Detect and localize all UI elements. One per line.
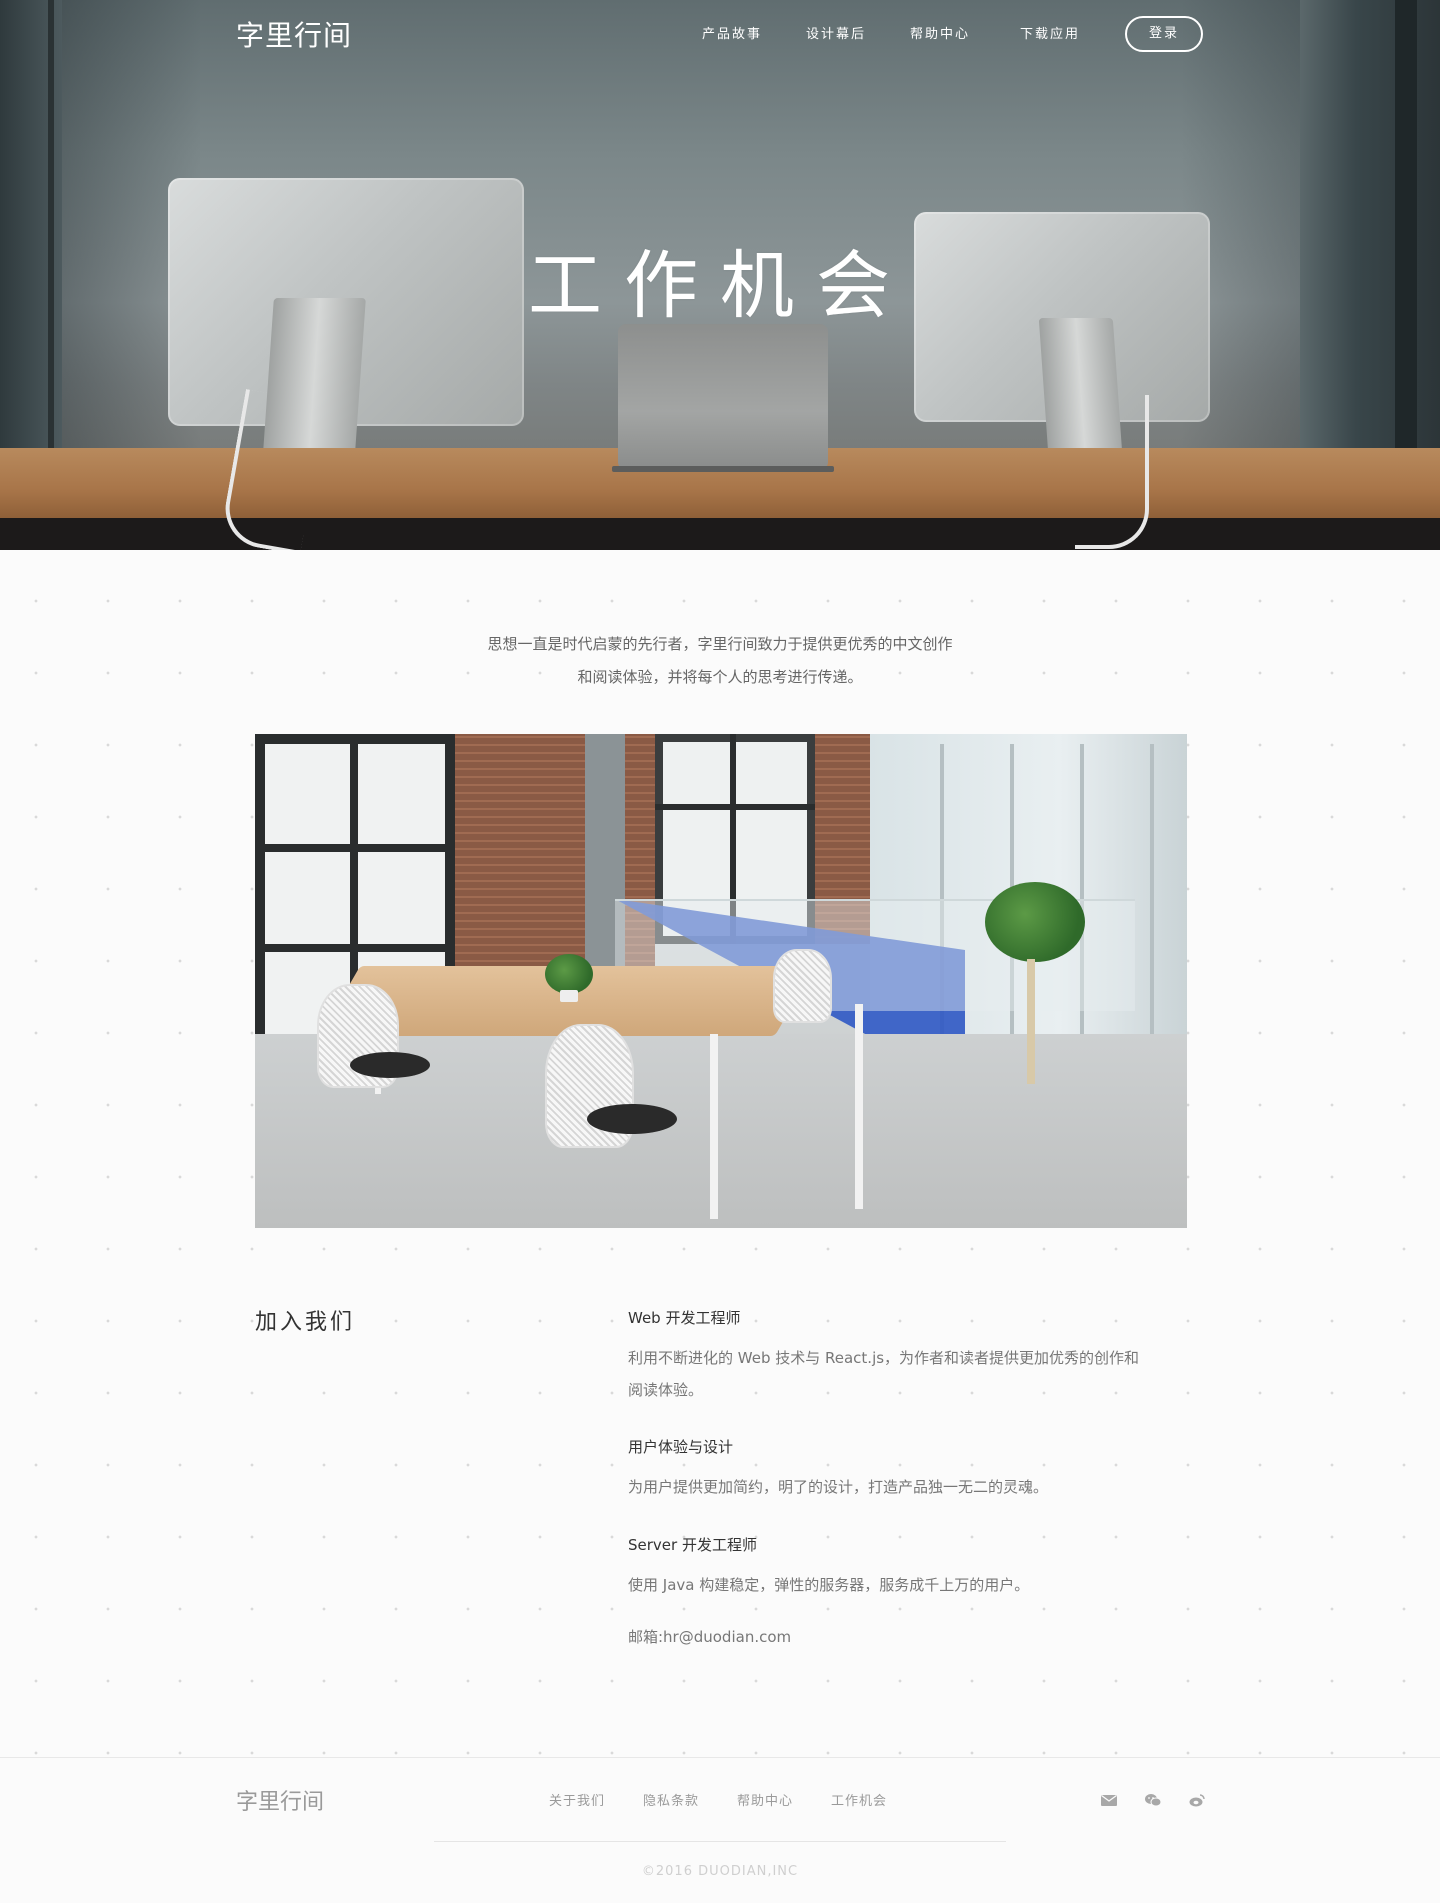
office-window-center-transom bbox=[655, 804, 815, 810]
weibo-icon[interactable] bbox=[1187, 1790, 1207, 1810]
login-button[interactable]: 登录 bbox=[1125, 16, 1203, 52]
office-plant-table-pot bbox=[560, 990, 578, 1002]
hr-email[interactable]: 邮箱:hr@duodian.com bbox=[628, 1626, 791, 1647]
job-description-line: 利用不断进化的 Web 技术与 React.js，为作者和读者提供更加优秀的创作… bbox=[628, 1349, 1140, 1367]
footer-link-help[interactable]: 帮助中心 bbox=[737, 1790, 793, 1809]
nav-link-design-behind[interactable]: 设计幕后 bbox=[806, 24, 866, 46]
office-plant-tall bbox=[985, 882, 1085, 962]
nav-link-product-story[interactable]: 产品故事 bbox=[702, 24, 762, 46]
office-chair-front-seat bbox=[587, 1104, 677, 1134]
office-chair-left-seat bbox=[350, 1052, 430, 1078]
footer-logo[interactable]: 字里行间 bbox=[236, 1784, 324, 1816]
footer-link-jobs[interactable]: 工作机会 bbox=[831, 1790, 887, 1809]
job-description: 为用户提供更加简约，明了的设计，打造产品独一无二的灵魂。 bbox=[628, 1471, 1188, 1503]
job-web-engineer: Web 开发工程师 利用不断进化的 Web 技术与 React.js，为作者和读… bbox=[628, 1306, 1188, 1406]
nav-logo[interactable]: 字里行间 bbox=[236, 16, 352, 56]
footer-link-privacy[interactable]: 隐私条款 bbox=[643, 1790, 699, 1809]
office-glass-frame-4 bbox=[1150, 744, 1154, 1064]
office-photo bbox=[255, 734, 1187, 1228]
wechat-icon[interactable] bbox=[1143, 1790, 1163, 1810]
office-table-leg-2 bbox=[855, 1004, 863, 1209]
mail-icon[interactable] bbox=[1099, 1790, 1119, 1810]
join-us-heading: 加入我们 bbox=[255, 1310, 356, 1335]
laptop bbox=[618, 324, 828, 470]
hero-desk-edge bbox=[0, 518, 1440, 550]
job-description-line: 阅读体验。 bbox=[628, 1381, 704, 1399]
copyright: ©2016 DUODIAN,INC bbox=[641, 1864, 799, 1879]
cable-right bbox=[1075, 395, 1149, 549]
job-title: 用户体验与设计 bbox=[628, 1438, 734, 1456]
laptop-base bbox=[612, 466, 834, 472]
footer bbox=[0, 1758, 1440, 1903]
office-plant-table bbox=[545, 954, 593, 994]
intro-text: 思想一直是时代启蒙的先行者，字里行间致力于提供更优秀的中文创作 和阅读体验，并将… bbox=[0, 628, 1440, 694]
office-window-left-transom bbox=[255, 844, 455, 852]
footer-divider bbox=[434, 1841, 1006, 1842]
job-title: Server 开发工程师 bbox=[628, 1536, 757, 1554]
footer-link-about[interactable]: 关于我们 bbox=[549, 1790, 605, 1809]
job-description-line: 为用户提供更加简约，明了的设计，打造产品独一无二的灵魂。 bbox=[628, 1478, 1049, 1496]
intro-line-2: 和阅读体验，并将每个人的思考进行传递。 bbox=[577, 668, 863, 686]
intro-line-1: 思想一直是时代启蒙的先行者，字里行间致力于提供更优秀的中文创作 bbox=[487, 635, 953, 653]
job-description-line: 使用 Java 构建稳定，弹性的服务器，服务成千上万的用户。 bbox=[628, 1576, 1030, 1594]
office-chair-back bbox=[773, 949, 832, 1023]
hero-banner: 字里行间 产品故事 设计幕后 帮助中心 下载应用 登录 工作机会 bbox=[0, 0, 1440, 550]
nav-link-download-app[interactable]: 下载应用 bbox=[1020, 24, 1080, 46]
job-description: 使用 Java 构建稳定，弹性的服务器，服务成千上万的用户。 bbox=[628, 1569, 1188, 1601]
job-title: Web 开发工程师 bbox=[628, 1309, 741, 1327]
job-ux-design: 用户体验与设计 为用户提供更加简约，明了的设计，打造产品独一无二的灵魂。 bbox=[628, 1435, 1188, 1503]
nav-link-help-center[interactable]: 帮助中心 bbox=[910, 24, 970, 46]
office-window-left-transom-2 bbox=[255, 944, 455, 952]
job-description: 利用不断进化的 Web 技术与 React.js，为作者和读者提供更加优秀的创作… bbox=[628, 1342, 1188, 1406]
office-plant-stand bbox=[1027, 959, 1035, 1084]
office-table-leg-1 bbox=[710, 1034, 718, 1219]
hero-title: 工作机会 bbox=[528, 243, 912, 329]
job-server-engineer: Server 开发工程师 使用 Java 构建稳定，弹性的服务器，服务成千上万的… bbox=[628, 1533, 1188, 1601]
